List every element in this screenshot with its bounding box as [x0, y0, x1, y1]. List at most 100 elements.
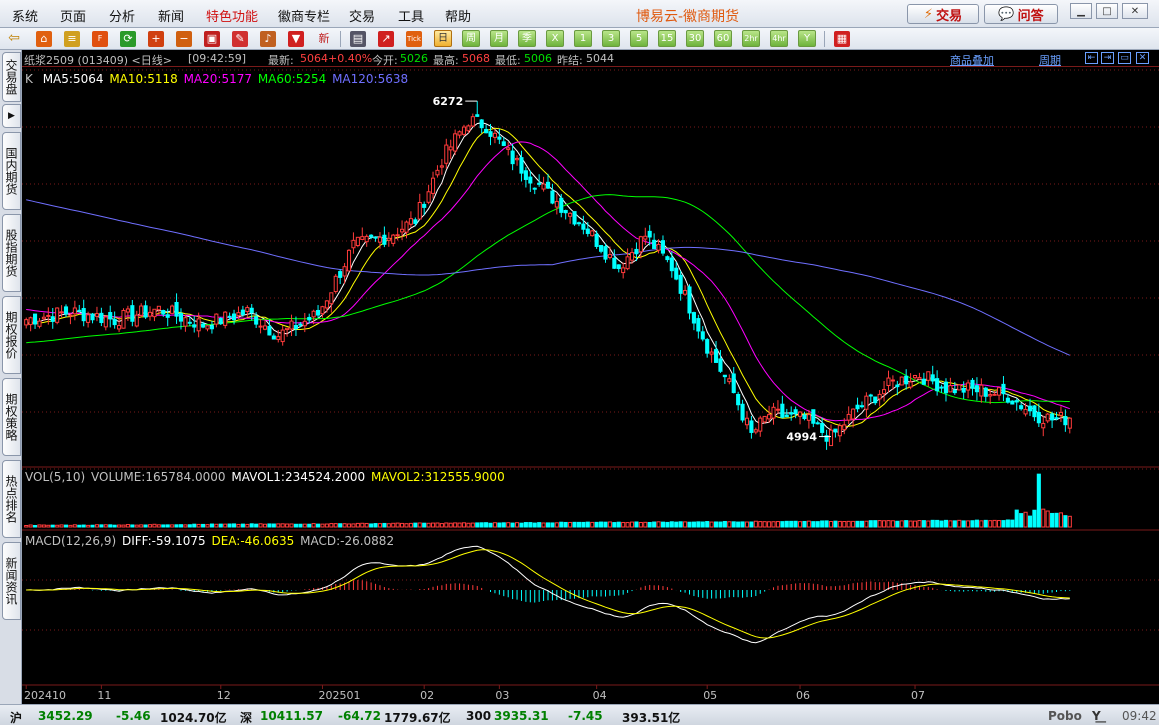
menu-analysis[interactable]: 分析: [109, 6, 135, 25]
period-2hr[interactable]: 2hr: [742, 30, 760, 47]
candle: [824, 429, 829, 450]
volume-bar: [338, 523, 343, 528]
tick-button[interactable]: Tick: [406, 31, 422, 47]
period-1min[interactable]: 1: [574, 30, 592, 47]
table-icon[interactable]: ▤: [350, 31, 366, 47]
volume-bar: [855, 520, 860, 528]
kline-chart[interactable]: 6272 4994 202410 11 12 202501 02 03 04 05 06 07: [22, 50, 1159, 704]
period-60min[interactable]: 60: [714, 30, 732, 47]
candle-body: [935, 378, 940, 392]
volume-bar: [554, 522, 559, 528]
trade-button[interactable]: ⚡ 交易: [907, 4, 979, 24]
candle-body: [46, 314, 51, 317]
volume-bar: [532, 522, 537, 528]
menu-tools[interactable]: 工具: [398, 6, 424, 25]
zoom-in-icon[interactable]: +: [148, 31, 164, 47]
period-quarter[interactable]: 季: [518, 30, 536, 47]
menu-help[interactable]: 帮助: [445, 6, 471, 25]
bell-icon[interactable]: ♪: [260, 31, 276, 47]
candle-body: [996, 387, 1002, 396]
volume-bar: [484, 522, 489, 528]
volume-bar: [201, 523, 206, 528]
candle: [957, 383, 962, 391]
clock-label: 09:42: [1122, 709, 1157, 723]
refresh-icon[interactable]: ⟳: [120, 31, 136, 47]
period-30min[interactable]: 30: [686, 30, 704, 47]
tab-hot-ranking[interactable]: 热点排名: [2, 460, 21, 538]
back-arrow-icon[interactable]: ⇦: [6, 31, 22, 47]
candle-body: [444, 144, 449, 164]
menu-page[interactable]: 页面: [60, 6, 86, 25]
volume-bar: [709, 521, 714, 528]
volume-bar: [957, 519, 962, 528]
volume-bar: [1027, 515, 1033, 528]
new-icon[interactable]: 新: [316, 31, 332, 47]
volume-bar: [444, 522, 449, 528]
period-3min[interactable]: 3: [602, 30, 620, 47]
legend-ma5: MA5:5064: [42, 72, 104, 86]
database-icon[interactable]: ≡: [64, 31, 80, 47]
volume-bar: [342, 523, 347, 528]
candle: [581, 215, 586, 235]
trend-icon[interactable]: ↗: [378, 31, 394, 47]
volume-bar: [1067, 515, 1072, 528]
layout-icon[interactable]: ▦: [834, 31, 850, 47]
candle-body: [877, 393, 882, 400]
period-15min[interactable]: 15: [658, 30, 676, 47]
candle-body: [293, 324, 298, 330]
tab-collapse-arrow[interactable]: ▶: [2, 104, 21, 128]
volume-bar: [41, 524, 46, 528]
candle-body: [828, 429, 834, 447]
candle: [811, 409, 816, 428]
report-icon[interactable]: F: [92, 31, 108, 47]
tab-domestic-futures[interactable]: 国内期货: [2, 132, 21, 210]
chart-area[interactable]: 纸浆2509 (013409) <日线> [09:42:59] 最新: 5064…: [22, 50, 1159, 704]
volume-bar: [373, 523, 378, 528]
candle-body: [890, 379, 895, 382]
candle: [696, 314, 701, 339]
tab-index-futures[interactable]: 股指期货: [2, 214, 21, 292]
period-year[interactable]: Y: [798, 30, 816, 47]
tab-news[interactable]: 新闻资讯: [2, 542, 21, 620]
menu-trade[interactable]: 交易: [349, 6, 375, 25]
low-marker-label: 4994: [786, 431, 817, 444]
close-button[interactable]: ✕: [1122, 3, 1148, 19]
tab-trading-panel[interactable]: 交易盘: [2, 52, 21, 102]
volume-bar: [674, 521, 679, 528]
window-icon[interactable]: ▣: [204, 31, 220, 47]
period-5min[interactable]: 5: [630, 30, 648, 47]
menu-news[interactable]: 新闻: [158, 6, 184, 25]
candle: [99, 307, 104, 327]
menu-system[interactable]: 系统: [12, 6, 38, 25]
tab-option-strategy[interactable]: 期权策略: [2, 378, 21, 456]
home-icon[interactable]: ⌂: [36, 31, 52, 47]
zoom-out-icon[interactable]: −: [176, 31, 192, 47]
tab-option-quotes[interactable]: 期权报价: [2, 296, 21, 374]
candle-body: [656, 243, 661, 251]
candle-body: [302, 320, 307, 327]
candle-body: [1067, 417, 1072, 429]
period-month[interactable]: 月: [490, 30, 508, 47]
menu-special[interactable]: 特色功能: [206, 6, 258, 25]
maximize-button[interactable]: □: [1096, 3, 1118, 19]
period-4hr[interactable]: 4hr: [770, 30, 788, 47]
period-week[interactable]: 周: [462, 30, 480, 47]
ask-button[interactable]: 💬 问答: [984, 4, 1058, 24]
period-day[interactable]: 日: [434, 30, 452, 47]
period-x[interactable]: X: [546, 30, 564, 47]
minimize-button[interactable]: ▁: [1070, 3, 1092, 19]
candle-body: [1005, 397, 1010, 403]
candle-body: [616, 264, 621, 270]
candle-body: [280, 329, 285, 343]
filter-icon[interactable]: ▼: [288, 31, 304, 47]
candle: [851, 408, 856, 428]
candle: [815, 420, 820, 425]
c300-label: 300: [466, 709, 492, 723]
candle: [753, 427, 758, 435]
menu-huishang[interactable]: 徽商专栏: [278, 6, 330, 25]
candle: [1014, 398, 1019, 411]
candle: [346, 249, 352, 272]
pen-icon[interactable]: ✎: [232, 31, 248, 47]
volume-bar: [607, 521, 612, 528]
candle-body: [722, 374, 727, 378]
